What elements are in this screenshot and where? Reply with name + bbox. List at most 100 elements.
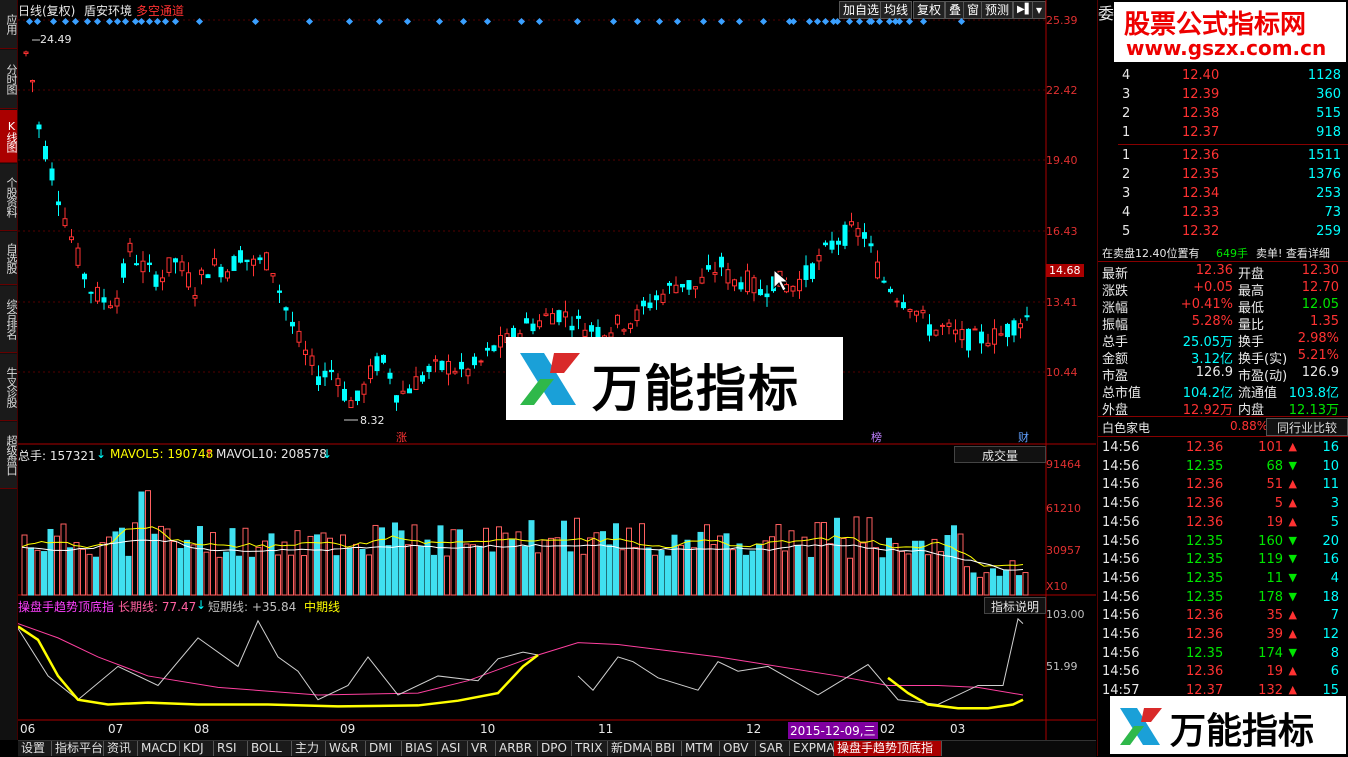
quote-text: 1511 <box>1307 148 1341 163</box>
volume-dropdown[interactable]: 成交量 <box>954 446 1046 463</box>
bottom-tab-14[interactable]: DPO <box>538 741 572 756</box>
bottom-tab-20[interactable]: SAR <box>756 741 790 756</box>
volume-bar <box>424 539 431 596</box>
quote-text: 14:56 <box>1102 514 1140 530</box>
bottom-tab-6[interactable]: BOLL <box>248 741 292 756</box>
candle-body <box>790 285 796 292</box>
volume-bar <box>67 547 73 596</box>
volume-bar <box>548 537 554 596</box>
candle-body <box>348 400 354 409</box>
volume-bar <box>515 531 522 596</box>
volume-bar <box>938 551 944 596</box>
candle-body <box>95 286 100 302</box>
candle-body <box>199 269 204 276</box>
quote-text: 12.35 <box>1186 552 1224 568</box>
bottom-tab-0[interactable]: 设置 <box>18 741 52 756</box>
volume-bar <box>184 539 190 596</box>
signal-marker <box>83 17 92 26</box>
sidebar-tab-5[interactable]: 综合排名 <box>0 286 18 353</box>
volume-ma10: MAVOL10: 208578 <box>216 447 327 461</box>
candle-body <box>933 329 939 336</box>
volume-bar <box>203 551 210 596</box>
quote-text: 126.9 <box>1301 365 1339 380</box>
volume-bar <box>853 516 860 596</box>
volume-bar <box>314 534 320 596</box>
quote-text: 12.36 <box>1186 440 1224 455</box>
tick-row: 14:56 12.35 178 ▼ 18 <box>1098 589 1348 607</box>
bottom-tab-10[interactable]: BIAS <box>402 741 438 756</box>
volume-axis-label: 30957 <box>1046 544 1081 557</box>
quote-text: 14:56 <box>1102 458 1140 474</box>
bottom-tab-4[interactable]: KDJ <box>180 741 214 756</box>
quote-text: 16 <box>1322 440 1339 455</box>
candle-body <box>231 256 237 271</box>
sidebar-tab-1[interactable]: 分时图 <box>0 50 18 109</box>
bottom-tab-18[interactable]: MTM <box>682 741 720 756</box>
candle-body <box>225 271 230 279</box>
bottom-tab-13[interactable]: ARBR <box>496 741 538 756</box>
volume-bar <box>145 490 151 596</box>
bottom-tab-22[interactable]: 操盘手趋势顶底指 <box>834 741 942 756</box>
compare-button[interactable]: 同行业比较 <box>1266 418 1348 436</box>
sidebar-tab-7[interactable]: 超级盘口 <box>0 422 18 489</box>
candle-body <box>972 328 978 331</box>
candle-body <box>816 255 822 262</box>
candle-body <box>277 290 282 293</box>
bottom-tab-21[interactable]: EXPMA <box>790 741 835 756</box>
bottom-tab-9[interactable]: DMI <box>366 741 402 756</box>
quote-text: 19 <box>1266 664 1283 680</box>
candle-body <box>842 224 848 246</box>
candle-body <box>985 342 991 347</box>
candle-body <box>296 330 302 343</box>
bottom-tab-15[interactable]: TRIX <box>572 741 608 756</box>
volume-bar <box>905 553 912 596</box>
marker-zhang[interactable]: 涨 <box>396 429 407 445</box>
signal-marker <box>137 17 146 26</box>
volume-bar <box>21 534 28 596</box>
bottom-tab-8[interactable]: W&R <box>326 741 366 756</box>
candle-body <box>1011 320 1017 336</box>
candle-body <box>959 329 965 341</box>
candle-body <box>179 261 185 272</box>
volume-bar <box>912 540 918 596</box>
bottom-tab-19[interactable]: OBV <box>720 741 756 756</box>
bottom-tab-16[interactable]: 新DMA <box>608 741 652 756</box>
volume-bar <box>645 547 652 596</box>
bottom-tab-3[interactable]: MACD <box>138 741 180 756</box>
signal-marker <box>813 17 822 26</box>
candle-body <box>439 360 445 371</box>
sell-row: 1 12.37 918 <box>1098 124 1348 142</box>
candle-body <box>283 307 289 311</box>
volume-bar <box>775 524 782 596</box>
bottom-tab-17[interactable]: BBI <box>652 741 682 756</box>
signal-marker <box>113 17 122 26</box>
volume-bar <box>268 533 275 596</box>
arrow-down-icon: ▼ <box>1288 589 1297 603</box>
quote-text: 918 <box>1316 125 1341 140</box>
signal-marker <box>459 17 468 26</box>
bottom-tab-7[interactable]: 主力 <box>292 741 326 756</box>
bottom-tab-5[interactable]: RSI <box>214 741 248 756</box>
candle-body <box>355 390 360 401</box>
signal-marker <box>905 17 914 26</box>
bottom-tab-12[interactable]: VR <box>468 741 496 756</box>
signal-marker <box>875 17 884 26</box>
sidebar-tab-0[interactable]: 应用 <box>0 0 18 49</box>
volume-bar <box>678 544 684 596</box>
sidebar-tab-4[interactable]: 自选股 <box>0 232 18 285</box>
sidebar-tab-2[interactable]: K线图 <box>0 110 18 163</box>
bottom-tab-1[interactable]: 指标平台 <box>52 741 104 756</box>
bottom-tab-2[interactable]: 资讯 <box>104 741 138 756</box>
candle-body <box>758 289 763 296</box>
sidebar-tab-6[interactable]: 牛叉诊股 <box>0 354 18 421</box>
quote-text: 6 <box>1330 664 1339 680</box>
sidebar-tab-3[interactable]: 个股资料 <box>0 164 18 231</box>
quote-text: 12.36 <box>1195 263 1233 278</box>
bottom-tab-11[interactable]: ASI <box>438 741 468 756</box>
sell-row: 3 12.39 360 <box>1098 86 1348 104</box>
marker-cai[interactable]: 财 <box>1018 429 1029 445</box>
volume-bar <box>931 538 938 596</box>
volume-ma5: MAVOL5: 190748 <box>110 447 214 461</box>
marker-bang[interactable]: 榜 <box>871 429 882 445</box>
indicator-help-button[interactable]: 指标说明 <box>984 597 1046 614</box>
